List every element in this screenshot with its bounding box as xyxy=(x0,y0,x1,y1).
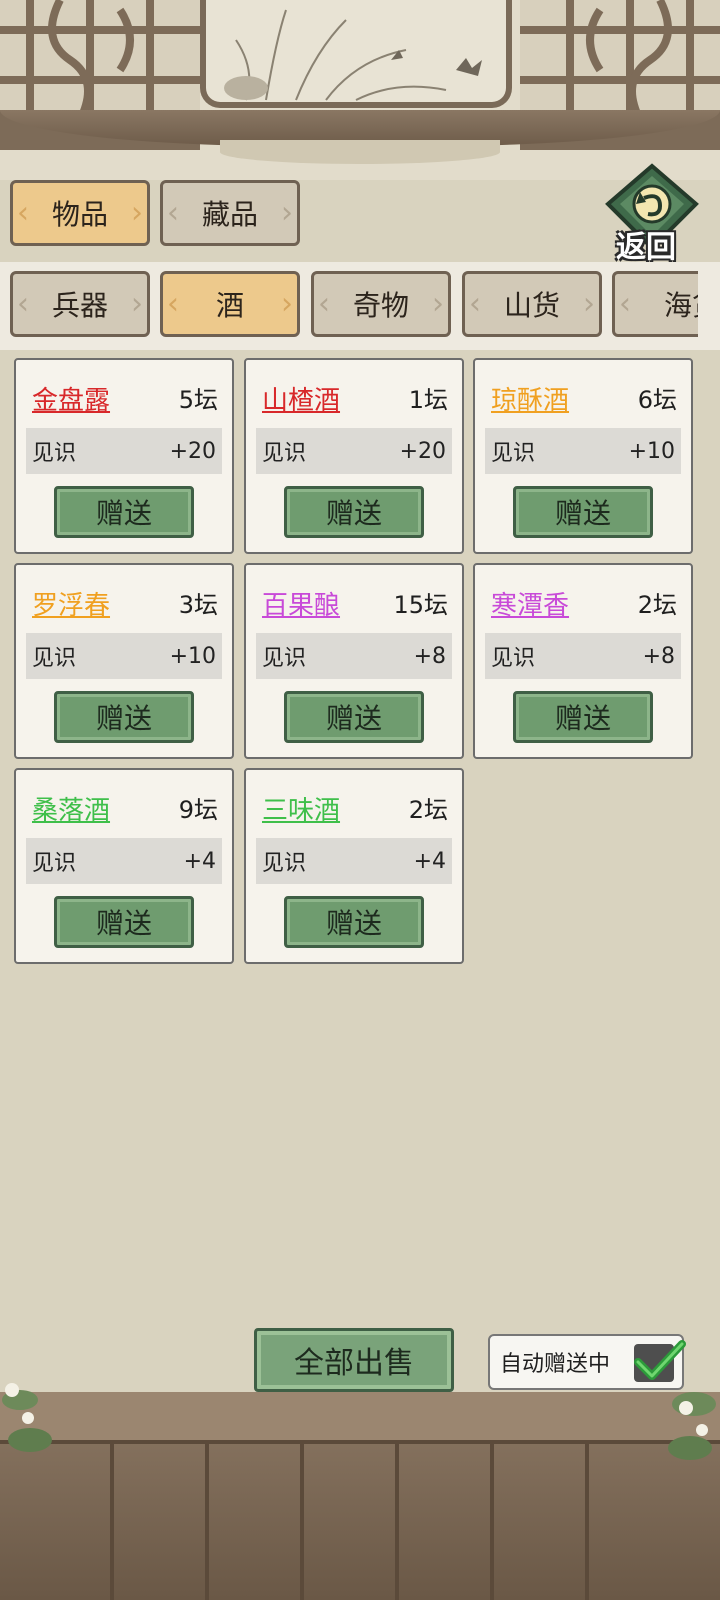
item-card: 桑落酒 9坛 见识 +4 赠送 xyxy=(14,768,234,964)
item-name: 山楂酒 xyxy=(262,386,341,416)
item-card: 百果酿 15坛 见识 +8 赠送 xyxy=(244,563,464,759)
chevron-left-icon: ‹ xyxy=(17,286,29,322)
plank-divider xyxy=(300,1444,304,1600)
category-label: 海货 xyxy=(663,289,698,322)
return-button-label[interactable]: 返回 xyxy=(604,222,688,266)
auto-give-toggle[interactable]: 自动赠送中 xyxy=(488,1334,686,1390)
category-label: 兵器 xyxy=(51,289,108,322)
stat-row: 见识 +8 xyxy=(485,633,681,679)
ink-painting xyxy=(200,0,512,108)
category-label: 酒 xyxy=(215,289,244,322)
stat-row: 见识 +20 xyxy=(26,428,222,474)
counter-top xyxy=(0,1392,720,1444)
stat-label: 见识 xyxy=(262,441,307,466)
item-card: 寒潭香 2坛 见识 +8 赠送 xyxy=(473,563,693,759)
plank-divider xyxy=(395,1444,399,1600)
chevron-left-icon: ‹ xyxy=(619,286,631,322)
stat-value: +8 xyxy=(642,643,675,669)
stat-label: 见识 xyxy=(32,441,77,466)
stat-label: 见识 xyxy=(491,441,536,466)
item-quantity: 2坛 xyxy=(408,796,448,824)
beam-shadow xyxy=(220,140,500,164)
stat-value: +8 xyxy=(413,643,446,669)
category-label: 奇物 xyxy=(352,289,409,322)
tab-mountain-goods[interactable]: ‹ 山货 › xyxy=(462,271,602,337)
item-name: 琼酥酒 xyxy=(491,386,570,416)
stat-label: 见识 xyxy=(262,646,307,671)
item-name: 金盘露 xyxy=(32,386,111,416)
stat-label: 见识 xyxy=(262,851,307,876)
stat-label: 见识 xyxy=(32,646,77,671)
stat-value: +20 xyxy=(169,438,216,464)
item-card: 山楂酒 1坛 见识 +20 赠送 xyxy=(244,358,464,554)
tab-collection[interactable]: ‹ 藏品 › xyxy=(160,180,300,246)
tab-label: 藏品 xyxy=(201,198,258,231)
chevron-right-icon: › xyxy=(281,286,293,322)
item-name: 桑落酒 xyxy=(32,796,111,826)
stat-row: 见识 +10 xyxy=(485,428,681,474)
item-card: 三味酒 2坛 见识 +4 赠送 xyxy=(244,768,464,964)
tab-weapons[interactable]: ‹ 兵器 › xyxy=(10,271,150,337)
item-name: 百果酿 xyxy=(262,591,341,621)
item-name: 罗浮春 xyxy=(32,591,111,621)
item-card: 罗浮春 3坛 见识 +10 赠送 xyxy=(14,563,234,759)
left-flower-decoration xyxy=(2,1383,52,1452)
give-button[interactable]: 赠送 xyxy=(284,896,424,948)
give-button[interactable]: 赠送 xyxy=(513,486,653,538)
item-quantity: 6坛 xyxy=(637,386,677,414)
plank-divider xyxy=(585,1444,589,1600)
item-quantity: 5坛 xyxy=(178,386,218,414)
stat-label: 见识 xyxy=(32,851,77,876)
item-quantity: 9坛 xyxy=(178,796,218,824)
item-quantity: 15坛 xyxy=(393,591,448,619)
sell-all-button[interactable]: 全部出售 xyxy=(254,1328,454,1392)
item-name: 三味酒 xyxy=(262,796,341,826)
chevron-right-icon: › xyxy=(131,195,143,231)
plank-divider xyxy=(490,1444,494,1600)
item-card: 琼酥酒 6坛 见识 +10 赠送 xyxy=(473,358,693,554)
stat-value: +20 xyxy=(399,438,446,464)
item-quantity: 3坛 xyxy=(178,591,218,619)
give-button[interactable]: 赠送 xyxy=(284,486,424,538)
stat-row: 见识 +4 xyxy=(26,838,222,884)
item-card: 金盘露 5坛 见识 +20 赠送 xyxy=(14,358,234,554)
chevron-left-icon: ‹ xyxy=(318,286,330,322)
stat-value: +10 xyxy=(628,438,675,464)
chevron-right-icon: › xyxy=(281,195,293,231)
chevron-left-icon: ‹ xyxy=(469,286,481,322)
stat-value: +4 xyxy=(183,848,216,874)
item-quantity: 2坛 xyxy=(637,591,677,619)
checkmark-icon xyxy=(634,1340,686,1380)
stat-label: 见识 xyxy=(491,646,536,671)
stat-row: 见识 +4 xyxy=(256,838,452,884)
item-quantity: 1坛 xyxy=(408,386,448,414)
give-button[interactable]: 赠送 xyxy=(284,691,424,743)
stat-row: 见识 +8 xyxy=(256,633,452,679)
tab-curios[interactable]: ‹ 奇物 › xyxy=(311,271,451,337)
category-label: 山货 xyxy=(503,289,560,322)
chevron-left-icon: ‹ xyxy=(17,195,29,231)
give-button[interactable]: 赠送 xyxy=(54,486,194,538)
chevron-left-icon: ‹ xyxy=(167,286,179,322)
give-button[interactable]: 赠送 xyxy=(513,691,653,743)
stat-value: +4 xyxy=(413,848,446,874)
plank-divider xyxy=(205,1444,209,1600)
give-button[interactable]: 赠送 xyxy=(54,896,194,948)
tab-sea-goods-clip: ‹ 海货 xyxy=(612,271,698,337)
tab-sea-goods[interactable]: ‹ 海货 xyxy=(612,271,698,337)
plank-divider xyxy=(110,1444,114,1600)
stat-value: +10 xyxy=(169,643,216,669)
chevron-right-icon: › xyxy=(131,286,143,322)
give-button[interactable]: 赠送 xyxy=(54,691,194,743)
tab-label: 物品 xyxy=(51,198,108,231)
tab-wine[interactable]: ‹ 酒 › xyxy=(160,271,300,337)
item-name: 寒潭香 xyxy=(491,591,570,621)
auto-give-label: 自动赠送中 xyxy=(500,1352,611,1377)
tab-items[interactable]: ‹ 物品 › xyxy=(10,180,150,246)
chevron-right-icon: › xyxy=(432,286,444,322)
chevron-right-icon: › xyxy=(583,286,595,322)
stat-row: 见识 +20 xyxy=(256,428,452,474)
stat-row: 见识 +10 xyxy=(26,633,222,679)
chevron-left-icon: ‹ xyxy=(167,195,179,231)
